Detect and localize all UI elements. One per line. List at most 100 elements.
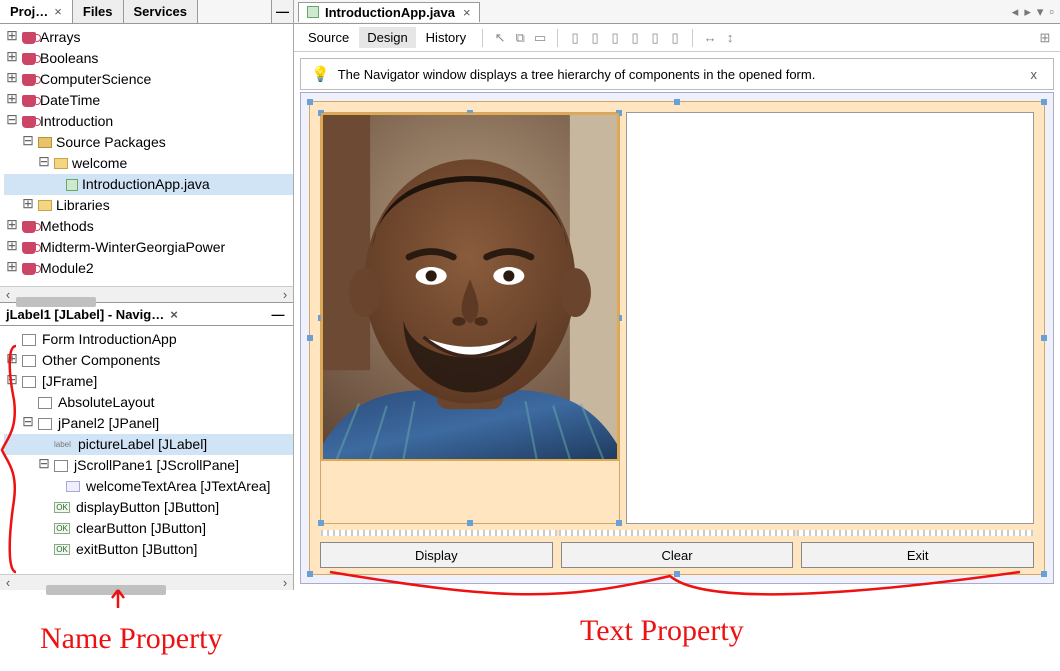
tree-item-label: IntroductionApp.java: [82, 174, 210, 195]
hscrollbar[interactable]: ‹›: [0, 574, 293, 590]
jpanel2[interactable]: Display Clear Exit: [309, 101, 1045, 575]
prev-tab-icon[interactable]: ◂: [1012, 4, 1019, 20]
close-icon[interactable]: ×: [54, 4, 62, 19]
tab-services[interactable]: Services: [124, 0, 199, 23]
nav-item-label: AbsoluteLayout: [58, 392, 155, 413]
tab-files-label: Files: [83, 4, 113, 19]
coffee-icon: [22, 32, 36, 44]
minimize-button[interactable]: —: [269, 307, 287, 322]
nav-item-label: jPanel2 [JPanel]: [58, 413, 159, 434]
toolbox-icon[interactable]: ⊞: [1036, 29, 1054, 47]
close-icon[interactable]: ×: [463, 5, 471, 20]
coffee-icon: [22, 116, 36, 128]
package-icon: [38, 137, 52, 148]
clear-button[interactable]: Clear: [561, 542, 794, 568]
display-button-label: Display: [415, 548, 458, 563]
portrait-image: [321, 113, 619, 461]
hint-close[interactable]: x: [1025, 67, 1044, 82]
tree-item-label: Booleans: [40, 48, 98, 69]
view-source[interactable]: Source: [300, 27, 357, 48]
folder-icon: [54, 158, 68, 169]
resize-v-icon[interactable]: ↕: [721, 29, 739, 47]
java-file-icon: [66, 179, 78, 191]
resize-h-icon[interactable]: ↔: [701, 29, 719, 47]
components-icon: [22, 355, 36, 367]
resize-grip-row: [320, 528, 1034, 538]
view-history[interactable]: History: [418, 27, 474, 48]
picture-label[interactable]: [320, 112, 620, 524]
preview-icon[interactable]: ▭: [531, 29, 549, 47]
annotation-text-property: Text Property: [580, 614, 744, 647]
hscrollbar[interactable]: ‹›: [0, 286, 293, 302]
coffee-icon: [22, 242, 36, 254]
tree-item-label: Arrays: [40, 27, 80, 48]
editor-tabbar: IntroductionApp.java × ◂ ▸ ▾ ▫: [294, 0, 1060, 24]
nav-item-selected[interactable]: label pictureLabel [JLabel]: [4, 434, 293, 455]
align-bottom-icon[interactable]: ▯: [646, 29, 664, 47]
align-center-icon[interactable]: ▯: [586, 29, 604, 47]
tab-projects-label: Proj…: [10, 4, 48, 19]
button-icon: OK: [54, 544, 70, 555]
align-top-icon[interactable]: ▯: [626, 29, 644, 47]
label-icon: label: [54, 434, 72, 455]
coffee-icon: [22, 53, 36, 65]
tree-item-label: Midterm-WinterGeorgiaPower: [40, 237, 225, 258]
tree-item-label: Source Packages: [56, 132, 166, 153]
nav-item-label: displayButton [JButton]: [76, 497, 219, 518]
display-button[interactable]: Display: [320, 542, 553, 568]
annotation-name-property: Name Property: [40, 622, 222, 655]
textarea-icon: [66, 481, 80, 492]
view-design[interactable]: Design: [359, 27, 415, 48]
button-row: Display Clear Exit: [320, 542, 1034, 568]
maximize-icon[interactable]: ▫: [1049, 4, 1054, 20]
nav-item-label: clearButton [JButton]: [76, 518, 206, 539]
frame-icon: [22, 376, 36, 388]
layout-icon: [38, 397, 52, 409]
tab-projects[interactable]: Proj… ×: [0, 0, 73, 23]
coffee-icon: [22, 95, 36, 107]
connection-icon[interactable]: ⧉: [511, 29, 529, 47]
exit-button-label: Exit: [907, 548, 929, 563]
navigator-tree[interactable]: Form IntroductionApp ⊞Other Components ⊟…: [0, 326, 293, 574]
hint-text: The Navigator window displays a tree hie…: [338, 67, 816, 82]
navigator-title: jLabel1 [JLabel] - Navig…: [6, 307, 164, 322]
minimize-button[interactable]: —: [271, 0, 293, 23]
hint-bar: 💡 The Navigator window displays a tree h…: [300, 58, 1054, 90]
welcome-textarea[interactable]: [626, 112, 1034, 524]
tree-item-label: welcome: [72, 153, 127, 174]
designer-canvas[interactable]: Display Clear Exit: [300, 92, 1054, 584]
folder-icon: [38, 200, 52, 211]
button-icon: OK: [54, 523, 70, 534]
bulb-icon: 💡: [311, 65, 330, 83]
align-right-icon[interactable]: ▯: [606, 29, 624, 47]
close-icon[interactable]: ×: [170, 307, 178, 322]
nav-item-label: [JFrame]: [42, 371, 97, 392]
tab-files[interactable]: Files: [73, 0, 124, 23]
nav-item-label: Other Components: [42, 350, 160, 371]
panel-icon: [38, 418, 52, 430]
tree-item-label: DateTime: [40, 90, 100, 111]
tree-item-label: ComputerScience: [40, 69, 151, 90]
coffee-icon: [22, 263, 36, 275]
view-design-label: Design: [367, 30, 407, 45]
align-dist-icon[interactable]: ▯: [666, 29, 684, 47]
left-tabbar: Proj… × Files Services —: [0, 0, 293, 24]
nav-item-label: exitButton [JButton]: [76, 539, 197, 560]
nav-item-label: welcomeTextArea [JTextArea]: [86, 476, 270, 497]
tree-item-label: Libraries: [56, 195, 110, 216]
button-icon: OK: [54, 502, 70, 513]
tree-item-label: Methods: [40, 216, 94, 237]
coffee-icon: [22, 74, 36, 86]
file-tab-label: IntroductionApp.java: [325, 5, 455, 20]
next-tab-icon[interactable]: ▸: [1024, 4, 1031, 20]
project-tree[interactable]: ⊞Arrays ⊞Booleans ⊞ComputerScience ⊞Date…: [0, 24, 293, 286]
tree-item-label: Introduction: [40, 111, 113, 132]
selection-icon[interactable]: ↖: [491, 29, 509, 47]
align-left-icon[interactable]: ▯: [566, 29, 584, 47]
file-tab[interactable]: IntroductionApp.java ×: [298, 2, 480, 22]
nav-item-label: pictureLabel [JLabel]: [78, 434, 207, 455]
tree-item-selected[interactable]: IntroductionApp.java: [4, 174, 293, 195]
tree-item-label: Module2: [40, 258, 94, 279]
tab-list-icon[interactable]: ▾: [1037, 4, 1044, 20]
exit-button[interactable]: Exit: [801, 542, 1034, 568]
